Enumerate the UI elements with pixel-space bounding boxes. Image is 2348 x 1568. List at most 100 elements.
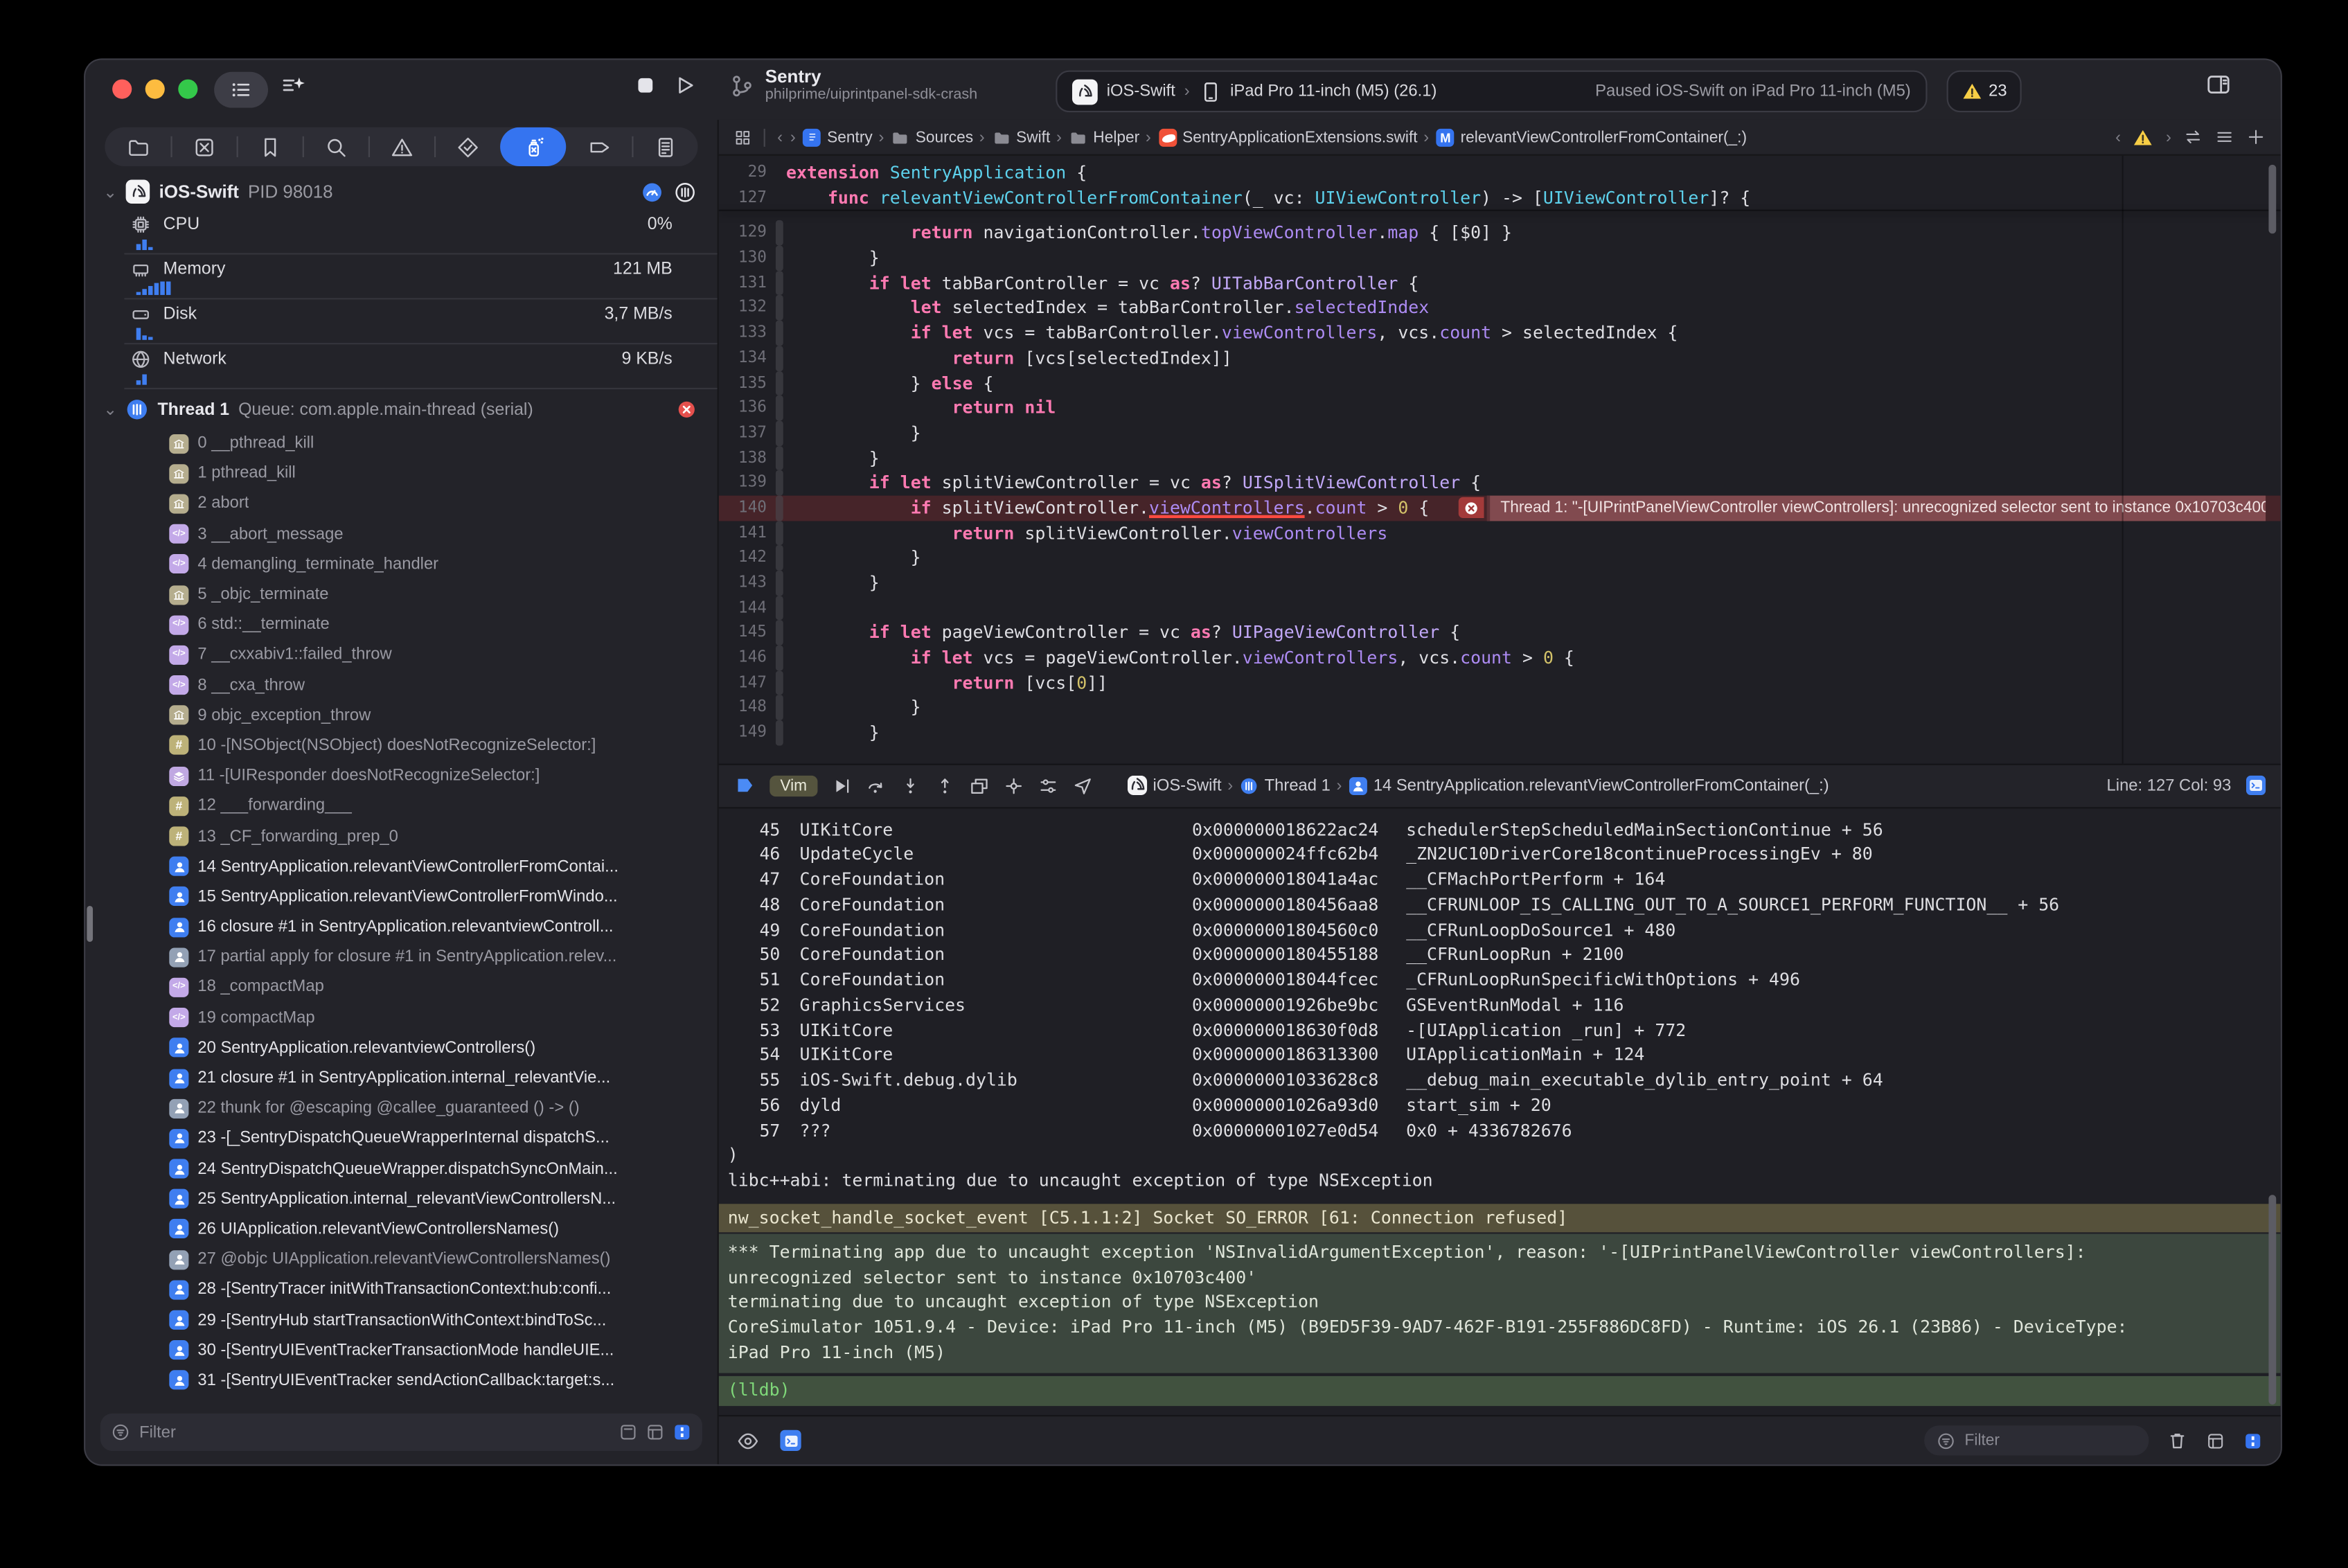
code-line-132[interactable]: 132 let selectedIndex = tabBarController…: [719, 296, 2281, 321]
disclosure-chevron-icon[interactable]: ⌄: [103, 182, 117, 202]
step-over-icon[interactable]: [865, 775, 886, 796]
code-line-131[interactable]: 131 if let tabBarController = vc as? UIT…: [719, 271, 2281, 296]
stack-frame-10[interactable]: #10 -[NSObject(NSObject) doesNotRecogniz…: [85, 731, 717, 761]
runtime-error-badge[interactable]: [1459, 498, 1484, 518]
source-editor[interactable]: 29extension SentryApplication {127 func …: [719, 156, 2281, 763]
gauge-row-cpu[interactable]: CPU0%: [85, 210, 717, 255]
code-line-138[interactable]: 138 }: [719, 445, 2281, 470]
code-line-142[interactable]: 142 }: [719, 546, 2281, 571]
vim-mode-badge[interactable]: Vim: [770, 775, 817, 796]
navigator-tab-test[interactable]: [434, 127, 500, 166]
view-hierarchy-icon[interactable]: [969, 775, 990, 796]
disclosure-chevron-icon[interactable]: ⌄: [103, 400, 117, 419]
debug-console[interactable]: 45UIKitCore0x000000018622ac24schedulerSt…: [719, 808, 2281, 1415]
zoom-window-button[interactable]: [178, 80, 197, 99]
stack-frame-1[interactable]: 1 pthread_kill: [85, 458, 717, 489]
prev-issue-chevron-icon[interactable]: ‹: [2115, 128, 2121, 146]
related-items-icon[interactable]: [733, 128, 751, 146]
stack-frame-15[interactable]: 15 SentryApplication.relevantViewControl…: [85, 882, 717, 912]
code-line-149[interactable]: 149 }: [719, 720, 2281, 745]
continue-icon[interactable]: [831, 775, 852, 796]
stack-frame-25[interactable]: 25 SentryApplication.internal_relevantVi…: [85, 1184, 717, 1214]
debug-crumb-2[interactable]: Thread 1›: [1240, 776, 1342, 794]
performance-info-icon[interactable]: [641, 181, 663, 203]
console-filter-input[interactable]: Filter: [1924, 1425, 2149, 1455]
breadcrumb-6[interactable]: MrelevantViewControllerFromContainer(_:): [1437, 128, 1747, 146]
debugger-output-icon[interactable]: [780, 1430, 801, 1451]
thread-row[interactable]: ⌄ Thread 1 Queue: com.apple.main-thread …: [85, 389, 717, 425]
code-line-143[interactable]: 143 }: [719, 571, 2281, 596]
adjust-editor-icon[interactable]: [2215, 127, 2234, 147]
scheme-selector[interactable]: iOS-Swift › iPad Pro 11-inch (M5) (26.1)…: [1056, 71, 1927, 113]
run-button[interactable]: [673, 73, 697, 98]
stack-frame-2[interactable]: 2 abort: [85, 489, 717, 519]
code-line-135[interactable]: 135 } else {: [719, 371, 2281, 395]
code-line-134[interactable]: 134 return [vcs[selectedIndex]]: [719, 346, 2281, 371]
navigator-tab-search[interactable]: [303, 127, 368, 166]
environment-overrides-icon[interactable]: [1038, 775, 1058, 796]
minimize-window-button[interactable]: [145, 80, 165, 99]
navigator-tab-report[interactable]: [632, 127, 697, 166]
code-line-127[interactable]: 127 func relevantViewControllerFromConta…: [719, 185, 2281, 210]
stack-frame-20[interactable]: 20 SentryApplication.relevantviewControl…: [85, 1033, 717, 1063]
split-console-icon[interactable]: [2206, 1431, 2225, 1450]
gauge-rings-icon[interactable]: [674, 181, 696, 203]
stack-frame-0[interactable]: 0 __pthread_kill: [85, 428, 717, 458]
code-line-146[interactable]: 146 if let vcs = pageViewController.view…: [719, 645, 2281, 670]
stack-frame-16[interactable]: 16 closure #1 in SentryApplication.relev…: [85, 912, 717, 943]
code-line-140[interactable]: 140 if splitViewController.viewControlle…: [719, 495, 2281, 520]
breadcrumb-2[interactable]: Sources›: [891, 128, 984, 146]
back-chevron-icon[interactable]: ‹: [777, 128, 783, 146]
filter-input[interactable]: Filter: [100, 1414, 702, 1451]
code-line-145[interactable]: 145 if let pageViewController = vc as? U…: [719, 621, 2281, 645]
stack-frame-5[interactable]: 5 _objc_terminate: [85, 580, 717, 610]
simulate-location-icon[interactable]: [1072, 775, 1093, 796]
quicklook-eye-icon[interactable]: [737, 1429, 759, 1452]
navigator-tab-warning[interactable]: [368, 127, 434, 166]
stack-frame-21[interactable]: 21 closure #1 in SentryApplication.inter…: [85, 1063, 717, 1094]
stack-frame-7[interactable]: </>7 __cxxabiv1::failed_throw: [85, 640, 717, 670]
scheme-name[interactable]: iOS-Swift: [1107, 82, 1175, 100]
stack-frame-17[interactable]: 17 partial apply for closure #1 in Sentr…: [85, 942, 717, 972]
stack-frame-29[interactable]: 29 -[SentryHub startTransactionWithConte…: [85, 1305, 717, 1335]
stack-frame-23[interactable]: 23 -[_SentryDispatchQueueWrapperInternal…: [85, 1123, 717, 1154]
stack-frame-6[interactable]: </>6 std::__terminate: [85, 609, 717, 640]
breadcrumb-1[interactable]: Sentry›: [803, 128, 884, 146]
navigator-tab-debug[interactable]: [500, 127, 566, 166]
editor-scrollbar[interactable]: [2268, 165, 2276, 233]
issue-warning-icon[interactable]: [2133, 127, 2153, 148]
code-line-130[interactable]: 130 }: [719, 246, 2281, 271]
runtime-error-banner[interactable]: Thread 1: "-[UIPrintPanelViewController …: [1487, 495, 2266, 520]
code-line-137[interactable]: 137 }: [719, 420, 2281, 445]
gauge-row-network[interactable]: Network9 KB/s: [85, 344, 717, 389]
add-editor-icon[interactable]: [2246, 127, 2266, 147]
debug-crumb-3[interactable]: 14 SentryApplication.relevantViewControl…: [1349, 776, 1829, 794]
navigator-tab-folder[interactable]: [105, 127, 170, 166]
console-scrollbar[interactable]: [2268, 1194, 2276, 1404]
inspector-toggle-button[interactable]: [2206, 72, 2232, 98]
code-line-29[interactable]: 29extension SentryApplication {: [719, 160, 2281, 185]
breadcrumb-5[interactable]: SentryApplicationExtensions.swift›: [1159, 128, 1430, 146]
forward-chevron-icon[interactable]: ›: [790, 128, 796, 146]
stack-frame-8[interactable]: </>8 __cxa_throw: [85, 670, 717, 700]
stack-frame-27[interactable]: 27 @objc UIApplication.relevantViewContr…: [85, 1245, 717, 1275]
navigator-toggle-button[interactable]: [214, 72, 268, 108]
flatten-list-icon[interactable]: [619, 1423, 638, 1442]
hide-console-icon[interactable]: [2243, 1431, 2263, 1450]
code-line-144[interactable]: 144: [719, 596, 2281, 621]
lldb-prompt[interactable]: (lldb): [719, 1375, 2281, 1405]
debug-crumb-1[interactable]: iOS-Swift›: [1128, 776, 1233, 795]
stack-frame-14[interactable]: 14 SentryApplication.relevantViewControl…: [85, 851, 717, 882]
gauge-row-disk[interactable]: Disk3,7 MB/s: [85, 299, 717, 344]
stack-frame-28[interactable]: 28 -[SentryTracer initWithTransactionCon…: [85, 1274, 717, 1305]
stack-frame-3[interactable]: </>3 __abort_message: [85, 519, 717, 549]
gauge-row-memory[interactable]: Memory121 MB: [85, 255, 717, 300]
code-line-139[interactable]: 139 if let splitViewController = vc as? …: [719, 470, 2281, 495]
stack-frame-31[interactable]: 31 -[SentryUIEventTracker sendActionCall…: [85, 1365, 717, 1396]
stack-frame-12[interactable]: #12 ___forwarding___: [85, 791, 717, 821]
breadcrumb-4[interactable]: Helper›: [1069, 128, 1151, 146]
swap-editor-icon[interactable]: [2183, 127, 2203, 147]
stack-frame-4[interactable]: </>4 demangling_terminate_handler: [85, 549, 717, 580]
source-control-summary[interactable]: Sentry philprime/uiprintpanel-sdk-crash: [729, 66, 977, 105]
close-window-button[interactable]: [112, 80, 132, 99]
